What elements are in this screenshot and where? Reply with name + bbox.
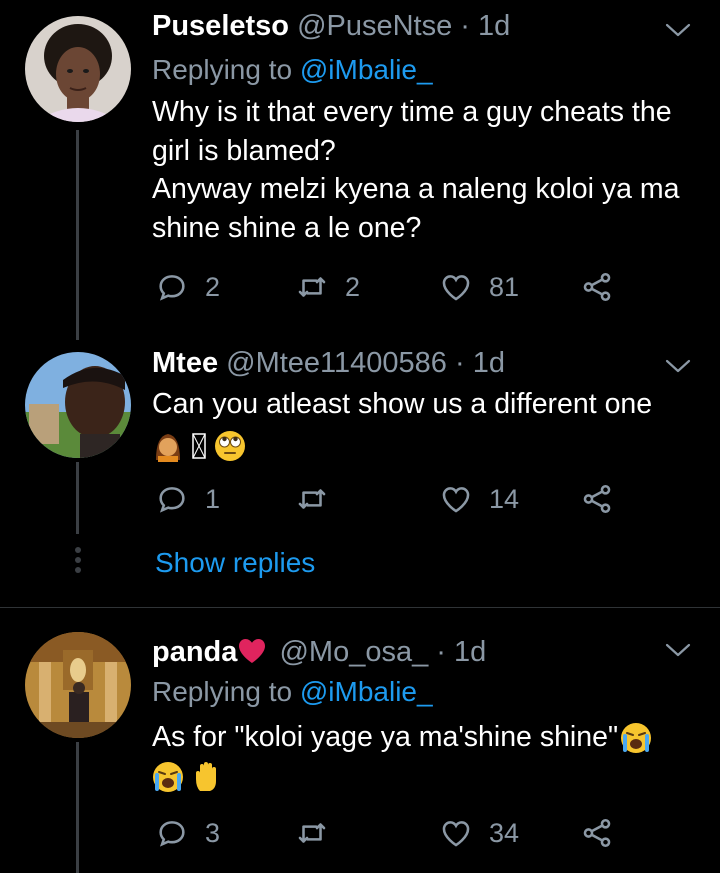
avatar[interactable] [25,632,131,738]
share-icon [580,482,614,516]
reply-button[interactable]: 1 [155,479,220,519]
reply-count: 2 [205,271,221,302]
like-count: 81 [489,271,520,302]
like-icon [439,482,473,516]
reply-count: 3 [205,817,221,848]
reply-button[interactable]: 2 [155,267,220,307]
like-count: 14 [489,483,520,514]
timestamp[interactable]: 1d [478,10,510,42]
replying-handle[interactable]: @iMbalie_ [300,54,433,85]
thread-line [76,462,79,534]
heart-emoji [239,639,266,664]
tweet-mtee[interactable]: Mtee @Mtee11400586 · 1d Can you atleast … [0,340,720,608]
replying-to: Replying to @iMbalie_ [152,674,433,710]
retweet-icon [295,482,329,516]
thread-line [76,130,79,340]
tweet-header: Mtee @Mtee11400586 · 1d [152,345,505,381]
replying-to: Replying to @iMbalie_ [152,52,433,88]
reply-button[interactable]: 3 [155,813,220,853]
user-handle[interactable]: @PuseNtse [297,10,452,42]
tweet-puseletso[interactable]: Puseletso @PuseNtse · 1d Replying to @iM… [0,0,720,340]
chevron-down-icon[interactable] [664,356,692,376]
retweet-icon [295,816,329,850]
thread-line [76,742,79,873]
emoji-row [152,426,707,464]
thread-dots [73,543,82,577]
show-replies-link[interactable]: Show replies [155,547,315,579]
like-button[interactable]: 34 [439,813,519,853]
display-name[interactable]: Mtee [152,347,218,379]
reply-count: 1 [205,483,221,514]
user-handle[interactable]: @Mo_osa_ [279,636,428,668]
tweet-text-line: Can you atleast show us a different one [152,388,653,420]
reply-icon [155,482,189,516]
timestamp[interactable]: 1d [454,636,486,668]
share-button[interactable] [580,479,630,519]
like-count: 34 [489,817,520,848]
avatar[interactable] [25,352,131,458]
tweet-text-content: As for "koloi yage ya ma'shine shine" [152,721,619,753]
retweet-button[interactable] [295,479,345,519]
tweet-header: Puseletso @PuseNtse · 1d [152,8,510,44]
separator-dot: · [460,10,470,42]
user-handle[interactable]: @Mtee11400586 [226,347,447,379]
like-button[interactable]: 14 [439,479,519,519]
like-button[interactable]: 81 [439,267,519,307]
tweet-text-line: Anyway melzi kyena a naleng koloi ya ma … [152,173,680,244]
tweet-actions: 3 34 [155,813,625,853]
like-icon [439,270,473,304]
share-button[interactable] [580,813,630,853]
reply-icon [155,816,189,850]
separator-dot: · [455,347,465,379]
share-icon [580,816,614,850]
share-button[interactable] [580,267,630,307]
crying-emoji [621,723,652,754]
reply-icon [155,270,189,304]
separator-dot: · [436,636,446,668]
tweet-panda[interactable]: panda @Mo_osa_ · 1d Replying to @iMbalie… [0,608,720,873]
rolling-eyes-emoji [214,430,245,461]
raised-hand-emoji [195,761,216,791]
tweet-actions: 2 2 81 [155,267,625,307]
avatar[interactable] [25,16,131,122]
share-icon [580,270,614,304]
retweet-icon [295,270,329,304]
retweet-button[interactable] [295,813,345,853]
missing-glyph-icon [192,433,206,459]
tweet-header: panda @Mo_osa_ · 1d [152,634,486,670]
replying-handle[interactable]: @iMbalie_ [300,676,433,707]
timestamp[interactable]: 1d [473,347,505,379]
tweet-text-line: As for "koloi yage ya ma'shine shine" [152,718,707,757]
tweet-text: Why is it that every time a guy cheats t… [152,93,707,247]
chevron-down-icon[interactable] [664,640,692,660]
display-name[interactable]: Puseletso [152,10,289,42]
retweet-button[interactable]: 2 [295,267,360,307]
replying-label: Replying to [152,676,293,707]
crying-emoji [153,761,183,792]
replying-label: Replying to [152,54,293,85]
display-name[interactable]: panda [152,636,237,668]
tweet-text-line: Why is it that every time a guy cheats t… [152,96,672,167]
emoji-row [152,757,707,795]
tweet-text: As for "koloi yage ya ma'shine shine" [152,718,707,795]
retweet-count: 2 [345,271,361,302]
chevron-down-icon[interactable] [664,20,692,40]
woman-emoji [156,433,180,462]
like-icon [439,816,473,850]
tweet-actions: 1 14 [155,479,625,519]
tweet-text: Can you atleast show us a different one [152,385,707,464]
